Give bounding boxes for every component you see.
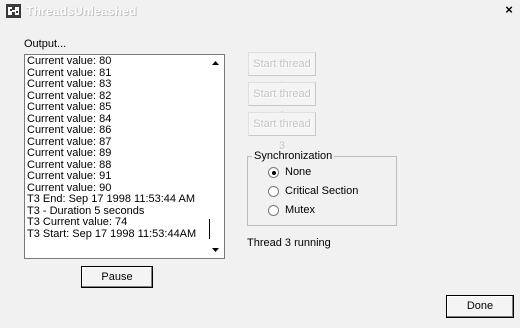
- list-item[interactable]: T3 End: Sep 17 1998 11:53:44 AM: [27, 193, 207, 206]
- list-item[interactable]: Current value: 91: [27, 170, 207, 183]
- radio-none-label: None: [285, 166, 312, 178]
- synchronization-group: Synchronization None Critical Section Mu…: [247, 150, 397, 226]
- window-title: ThreadsUnleashed: [26, 4, 137, 18]
- radio-unselected-icon[interactable]: [268, 204, 279, 216]
- list-item[interactable]: Current value: 80: [27, 55, 207, 68]
- app-window: ThreadsUnleashed × Output... Current val…: [0, 0, 520, 328]
- app-threads-icon: [6, 4, 21, 18]
- synchronization-legend: Synchronization: [252, 150, 335, 162]
- radio-none[interactable]: None: [268, 165, 311, 179]
- list-item[interactable]: Current value: 89: [27, 147, 207, 160]
- radio-selected-icon[interactable]: [268, 166, 279, 178]
- list-item[interactable]: Current value: 83: [27, 78, 207, 91]
- status-text: Thread 3 running: [247, 237, 331, 249]
- output-list: Current value: 80 Current value: 81 Curren…: [27, 55, 207, 241]
- output-listbox[interactable]: Current value: 80 Current value: 81 Curren…: [24, 54, 225, 259]
- radio-critical-section[interactable]: Critical Section: [268, 184, 358, 198]
- pause-button[interactable]: Pause: [81, 266, 153, 288]
- list-item[interactable]: Current value: 86: [27, 124, 207, 137]
- list-item[interactable]: Current value: 85: [27, 101, 207, 114]
- start-thread-1-button[interactable]: Start thread 1: [248, 52, 316, 92]
- radio-mutex[interactable]: Mutex: [268, 203, 315, 217]
- scroll-down-arrow-icon[interactable]: [208, 242, 223, 257]
- list-item[interactable]: T3 Start: Sep 17 1998 11:53:44AM: [27, 228, 207, 241]
- done-button[interactable]: Done: [446, 295, 514, 318]
- radio-critical-section-label: Critical Section: [285, 185, 359, 197]
- vertical-scrollbar[interactable]: [207, 55, 224, 258]
- list-item[interactable]: T3 Current value: 74: [27, 216, 207, 229]
- scroll-up-arrow-icon[interactable]: [208, 56, 223, 71]
- start-thread-2-button[interactable]: Start thread 2: [248, 82, 316, 122]
- scroll-thumb[interactable]: [209, 219, 222, 239]
- radio-unselected-icon[interactable]: [268, 185, 279, 197]
- close-button[interactable]: ×: [502, 2, 516, 18]
- start-thread-3-button[interactable]: Start thread 3: [248, 112, 316, 152]
- radio-mutex-label: Mutex: [285, 204, 315, 216]
- title-bar[interactable]: ThreadsUnleashed ×: [2, 2, 518, 20]
- output-label: Output...: [24, 38, 67, 50]
